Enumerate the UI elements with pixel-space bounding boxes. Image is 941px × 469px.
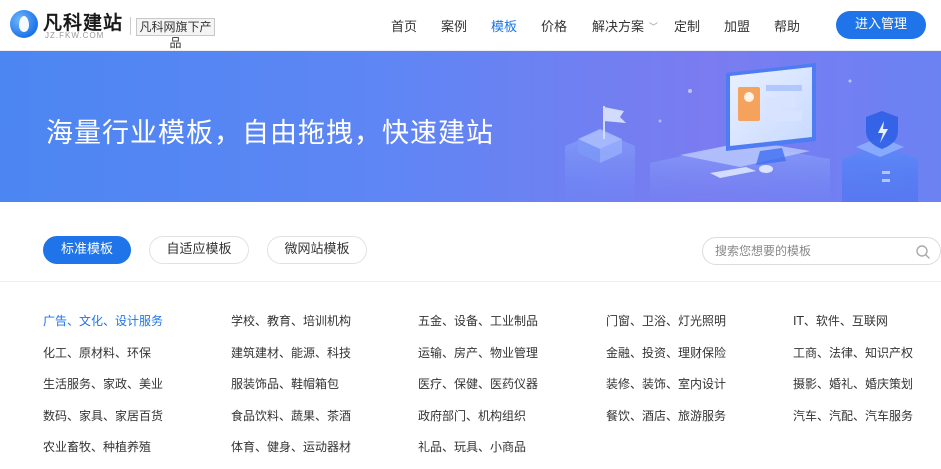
hero-banner: 海量行业模板，自由拖拽，快速建站	[0, 51, 941, 202]
logo-subtext: JZ.FKW.COM	[45, 31, 105, 40]
category-item[interactable]: 建筑建材、能源、科技	[231, 344, 351, 361]
category-item[interactable]: 数码、家具、家居百货	[43, 407, 163, 424]
divider	[0, 281, 941, 282]
category-item[interactable]: 五金、设备、工业制品	[418, 312, 538, 329]
template-search	[702, 237, 941, 265]
category-item[interactable]: 广告、文化、设计服务	[43, 312, 163, 329]
chevron-down-icon: ﹀	[649, 23, 659, 33]
flag-tower	[565, 106, 635, 202]
category-item[interactable]: 体育、健身、运动器材	[231, 438, 351, 455]
category-item[interactable]: 化工、原材料、环保	[43, 344, 151, 361]
category-item[interactable]: 运输、房产、物业管理	[418, 344, 538, 361]
category-item[interactable]: 学校、教育、培训机构	[231, 312, 351, 329]
security-box	[842, 111, 918, 202]
search-icon[interactable]	[915, 244, 931, 260]
tab-standard-templates[interactable]: 标准模板	[43, 236, 131, 264]
nav-item-home[interactable]: 首页	[391, 16, 417, 35]
search-input[interactable]	[715, 238, 905, 264]
category-item[interactable]: IT、软件、互联网	[793, 312, 888, 329]
nav-item-franchise[interactable]: 加盟	[724, 16, 750, 35]
nav-item-cases[interactable]: 案例	[441, 16, 467, 35]
category-item[interactable]: 门窗、卫浴、灯光照明	[606, 312, 726, 329]
category-item[interactable]: 服装饰品、鞋帽箱包	[231, 375, 339, 392]
brand-tag: 凡科网旗下产品	[136, 18, 215, 50]
enter-management-button[interactable]: 进入管理	[836, 11, 926, 39]
category-item[interactable]: 装修、装饰、室内设计	[606, 375, 726, 392]
category-item[interactable]: 农业畜牧、种植养殖	[43, 438, 151, 455]
tab-microsite-templates[interactable]: 微网站模板	[267, 236, 367, 264]
category-item[interactable]: 生活服务、家政、美业	[43, 375, 163, 392]
category-item[interactable]: 汽车、汽配、汽车服务	[793, 407, 913, 424]
category-item[interactable]: 医疗、保健、医药仪器	[418, 375, 538, 392]
logo-divider	[130, 17, 131, 35]
nav-item-pricing[interactable]: 价格	[541, 16, 567, 35]
category-item[interactable]: 餐饮、酒店、旅游服务	[606, 407, 726, 424]
category-item[interactable]: 礼品、玩具、小商品	[418, 438, 526, 455]
category-item[interactable]: 摄影、婚礼、婚庆策划	[793, 375, 913, 392]
logo-icon	[10, 10, 38, 38]
nav-item-solutions[interactable]: 解决方案 ﹀	[592, 16, 658, 35]
nav-item-templates[interactable]: 模板	[491, 16, 517, 35]
category-item[interactable]: 政府部门、机构组织	[418, 407, 526, 424]
site-logo[interactable]: 凡科建站 JZ.FKW.COM	[10, 9, 130, 43]
category-item[interactable]: 食品饮料、蔬果、茶酒	[231, 407, 351, 424]
nav-item-help[interactable]: 帮助	[774, 16, 800, 35]
category-item[interactable]: 金融、投资、理财保险	[606, 344, 726, 361]
banner-illustration	[565, 63, 918, 202]
banner-title: 海量行业模板，自由拖拽，快速建站	[46, 118, 494, 149]
top-header: 凡科建站 JZ.FKW.COM 凡科网旗下产品 首页 案例 模板 价格 解决方案…	[0, 0, 941, 51]
nav-item-solutions-label: 解决方案	[592, 20, 645, 35]
category-item[interactable]: 工商、法律、知识产权	[793, 344, 913, 361]
tab-responsive-templates[interactable]: 自适应模板	[149, 236, 249, 264]
nav-item-custom[interactable]: 定制	[674, 16, 700, 35]
